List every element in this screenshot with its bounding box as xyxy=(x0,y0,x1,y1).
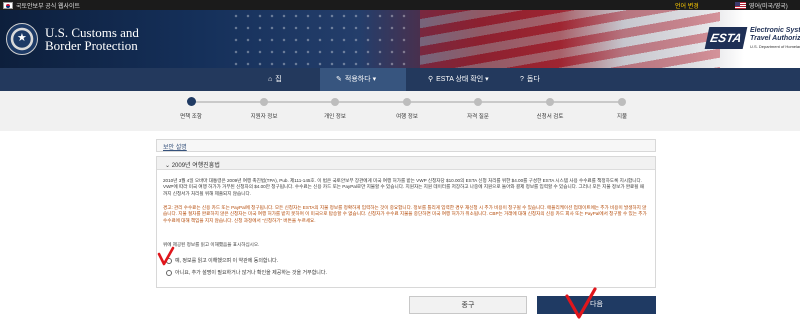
progress-step-dot xyxy=(403,98,411,106)
nav-home-label: 집 xyxy=(275,76,282,83)
progress-step-label: 개인 정보 xyxy=(324,114,346,120)
header-banner: U.S. Customs and Border Protection ESTA … xyxy=(0,10,800,68)
progress-step-label: 자격 질문 xyxy=(467,114,489,120)
esta-title: Electronic System fo Travel Authorizatio… xyxy=(750,27,800,51)
language-selector[interactable]: 영어(미국/영국) xyxy=(735,1,788,10)
cancel-button[interactable]: 종구 xyxy=(409,296,527,314)
annotation-checkmark-icon xyxy=(565,287,597,319)
gov-site-label: 국토안보부 공식 웹사이트 xyxy=(16,4,81,10)
progress-step-dot xyxy=(546,98,554,106)
nav-apply-label: 적용하다 ▾ xyxy=(344,76,377,83)
pencil-icon: ✎ xyxy=(336,76,342,83)
esta-title-line1: Electronic System fo xyxy=(750,27,800,34)
esta-subtitle: U.S. Department of Homeland Security xyxy=(750,44,800,49)
nav-apply[interactable]: ✎ 적용하다 ▾ xyxy=(320,68,406,91)
nav-check-status-label: ESTA 상태 확인 ▾ xyxy=(436,76,489,83)
progress-step-dot xyxy=(331,98,339,106)
decline-option-label: 아니요, 추가 설명이 필요하거나 않거나 확인을 제공하는 것을 거부합니다. xyxy=(175,270,327,276)
gov-site-notice: 국토안보부 공식 웹사이트 xyxy=(3,1,80,10)
language-selector-label: 영어(미국/영국) xyxy=(749,4,788,10)
help-icon: ? xyxy=(520,76,524,83)
main-nav: ⌂ 집 ✎ 적용하다 ▾ ⚲ ESTA 상태 확인 ▾ ? 돕다 xyxy=(0,68,800,91)
gov-banner: 국토안보부 공식 웹사이트 언어 변경 영어(미국/영국) xyxy=(0,0,800,10)
progress-step-label: 지불 xyxy=(616,114,628,120)
decline-option[interactable]: 아니요, 추가 설명이 필요하거나 않거나 확인을 제공하는 것을 거부합니다. xyxy=(166,269,327,276)
nav-home[interactable]: ⌂ 집 xyxy=(268,68,282,91)
agency-name[interactable]: U.S. Customs and Border Protection xyxy=(45,26,139,52)
chevron-down-icon: ⌄ xyxy=(165,163,171,169)
korea-flag-icon xyxy=(3,2,13,9)
progress-step-label: 여행 정보 xyxy=(396,114,418,120)
flag-stars-decoration xyxy=(230,10,410,68)
nav-help-label: 돕다 xyxy=(526,76,540,83)
nav-help[interactable]: ? 돕다 xyxy=(520,68,540,91)
cbp-seal-icon[interactable] xyxy=(6,23,38,55)
esta-title-line2: Travel Authorizatio xyxy=(750,35,800,42)
flag-stripes-decoration xyxy=(420,10,720,68)
panel-header[interactable]: ⌄ 2009년 여행진흥법 xyxy=(157,157,655,170)
security-info-link[interactable]: 보안 설명 xyxy=(163,142,187,151)
travel-promotion-act-panel: ⌄ 2009년 여행진흥법 2010년 3월 4일 오바마 대통령은 2009년… xyxy=(156,156,656,288)
warning-paragraph: 경고: 관리 수수료는 신용 카드 또는 PayPal에 청구됩니다. 모든 신… xyxy=(163,205,647,223)
us-flag-icon xyxy=(735,2,746,9)
progress-step-dot-current xyxy=(187,97,196,106)
agency-name-line2: Border Protection xyxy=(45,38,138,53)
progress-tracker: 면책 조항 지원자 정보 개인 정보 여행 정보 자격 질문 신청서 검토 지불 xyxy=(0,91,800,131)
progress-step-dot xyxy=(618,98,626,106)
progress-step-label: 신청서 검토 xyxy=(536,114,564,120)
decline-radio[interactable] xyxy=(166,269,172,276)
progress-step-label: 지원자 정보 xyxy=(250,114,278,120)
progress-step-dot xyxy=(474,98,482,106)
search-icon: ⚲ xyxy=(428,76,434,83)
language-change-link[interactable]: 언어 변경 xyxy=(675,1,699,10)
annotation-checkmark-icon xyxy=(157,246,175,266)
panel-title: 2009년 여행진흥법 xyxy=(171,163,220,169)
esta-logo[interactable]: ESTA xyxy=(704,27,748,49)
security-info-panel[interactable]: 보안 설명 xyxy=(156,139,656,152)
progress-step-label: 면책 조항 xyxy=(180,114,202,120)
nav-check-status[interactable]: ⚲ ESTA 상태 확인 ▾ xyxy=(428,68,489,91)
law-paragraph: 2010년 3월 4일 오바마 대통령은 2009년 여행 촉진법(TPA), … xyxy=(163,178,645,196)
agree-option-label: 예, 정보를 읽고 이해했으며 이 약관에 동의합니다. xyxy=(175,258,279,264)
progress-step-dot xyxy=(260,98,268,106)
agree-option[interactable]: 예, 정보를 읽고 이해했으며 이 약관에 동의합니다. xyxy=(166,257,278,264)
instruction-text: 위에 제공된 정보를 읽고 이해했음을 표시하십시오. xyxy=(163,242,260,247)
home-icon: ⌂ xyxy=(268,76,273,83)
